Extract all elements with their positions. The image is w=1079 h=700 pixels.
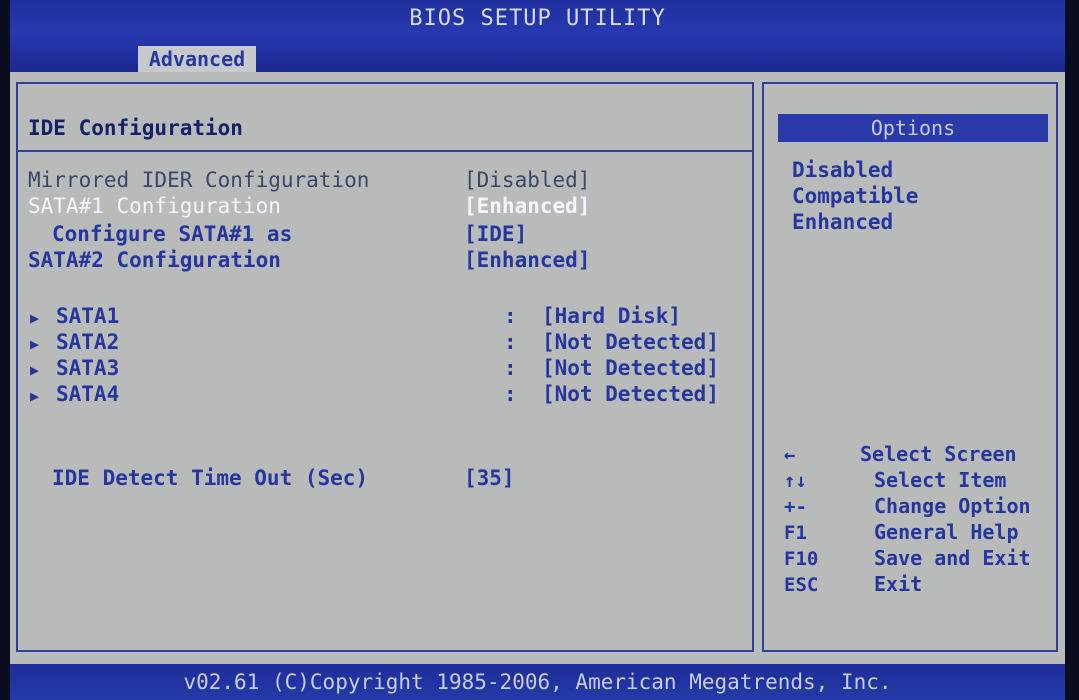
help-select-screen: Select Screen (860, 442, 1017, 466)
submenu-sata3[interactable]: ▶ SATA3 (30, 356, 119, 380)
plus-minus-icon: +- (784, 496, 807, 518)
setting-mirrored-ider-value[interactable]: [Disabled] (464, 168, 590, 192)
separator-colon: : (504, 356, 517, 380)
option-disabled[interactable]: Disabled (792, 158, 893, 182)
setting-sata1-config-value[interactable]: [Enhanced] (464, 194, 590, 218)
setting-configure-sata1-value[interactable]: [IDE] (464, 222, 527, 246)
triangle-right-icon: ▶ (30, 387, 40, 405)
main-panel: IDE Configuration Mirrored IDER Configur… (10, 72, 1065, 664)
submenu-sata4-value: : [Not Detected] (504, 382, 719, 406)
key-f1: F1 (784, 522, 807, 544)
setting-configure-sata1-label[interactable]: Configure SATA#1 as (52, 222, 292, 246)
footer-bar: v02.61 (C)Copyright 1985-2006, American … (10, 664, 1065, 700)
key-f10: F10 (784, 548, 819, 570)
key-esc: ESC (784, 574, 819, 596)
title-bar: BIOS SETUP UTILITY Advanced (10, 0, 1065, 72)
bios-title: BIOS SETUP UTILITY (409, 6, 666, 31)
option-compatible[interactable]: Compatible (792, 184, 918, 208)
separator-colon: : (504, 304, 517, 328)
setting-ide-timeout-value[interactable]: [35] (464, 466, 515, 490)
up-down-arrow-icon: ↑↓ (784, 470, 807, 492)
submenu-sata2-status: [Not Detected] (541, 330, 719, 354)
triangle-right-icon: ▶ (30, 361, 40, 379)
tab-advanced[interactable]: Advanced (138, 46, 256, 72)
help-save-exit: Save and Exit (874, 546, 1031, 570)
submenu-sata4-status: [Not Detected] (541, 382, 719, 406)
separator-colon: : (504, 382, 517, 406)
submenu-sata2-value: : [Not Detected] (504, 330, 719, 354)
options-frame: Options Disabled Compatible Enhanced ← S… (762, 82, 1058, 652)
page-title: IDE Configuration (28, 116, 243, 140)
setting-sata1-config-label[interactable]: SATA#1 Configuration (28, 194, 281, 218)
submenu-sata4-label: SATA4 (56, 382, 120, 406)
setting-mirrored-ider-label[interactable]: Mirrored IDER Configuration (28, 168, 369, 192)
separator-colon: : (504, 330, 517, 354)
submenu-sata2[interactable]: ▶ SATA2 (30, 330, 119, 354)
option-enhanced[interactable]: Enhanced (792, 210, 893, 234)
submenu-sata1-label: SATA1 (56, 304, 120, 328)
help-change-option: Change Option (874, 494, 1031, 518)
submenu-sata2-label: SATA2 (56, 330, 120, 354)
setting-sata2-config-value[interactable]: [Enhanced] (464, 248, 590, 272)
submenu-sata3-value: : [Not Detected] (504, 356, 719, 380)
left-arrow-icon: ← (784, 444, 796, 466)
setting-ide-timeout-label[interactable]: IDE Detect Time Out (Sec) (52, 466, 368, 490)
triangle-right-icon: ▶ (30, 335, 40, 353)
copyright-text: v02.61 (C)Copyright 1985-2006, American … (183, 670, 892, 694)
bios-screen: BIOS SETUP UTILITY Advanced IDE Configur… (0, 0, 1079, 700)
options-heading: Options (778, 114, 1048, 142)
triangle-right-icon: ▶ (30, 309, 40, 327)
submenu-sata1[interactable]: ▶ SATA1 (30, 304, 119, 328)
help-select-item: Select Item (874, 468, 1007, 492)
help-exit: Exit (874, 572, 923, 596)
setting-sata2-config-label[interactable]: SATA#2 Configuration (28, 248, 281, 272)
settings-frame: IDE Configuration Mirrored IDER Configur… (16, 82, 754, 652)
submenu-sata1-status: [Hard Disk] (541, 304, 682, 328)
submenu-sata4[interactable]: ▶ SATA4 (30, 382, 119, 406)
title-divider (18, 150, 752, 152)
submenu-sata3-label: SATA3 (56, 356, 120, 380)
help-general-help: General Help (874, 520, 1019, 544)
submenu-sata1-value: : [Hard Disk] (504, 304, 681, 328)
submenu-sata3-status: [Not Detected] (541, 356, 719, 380)
